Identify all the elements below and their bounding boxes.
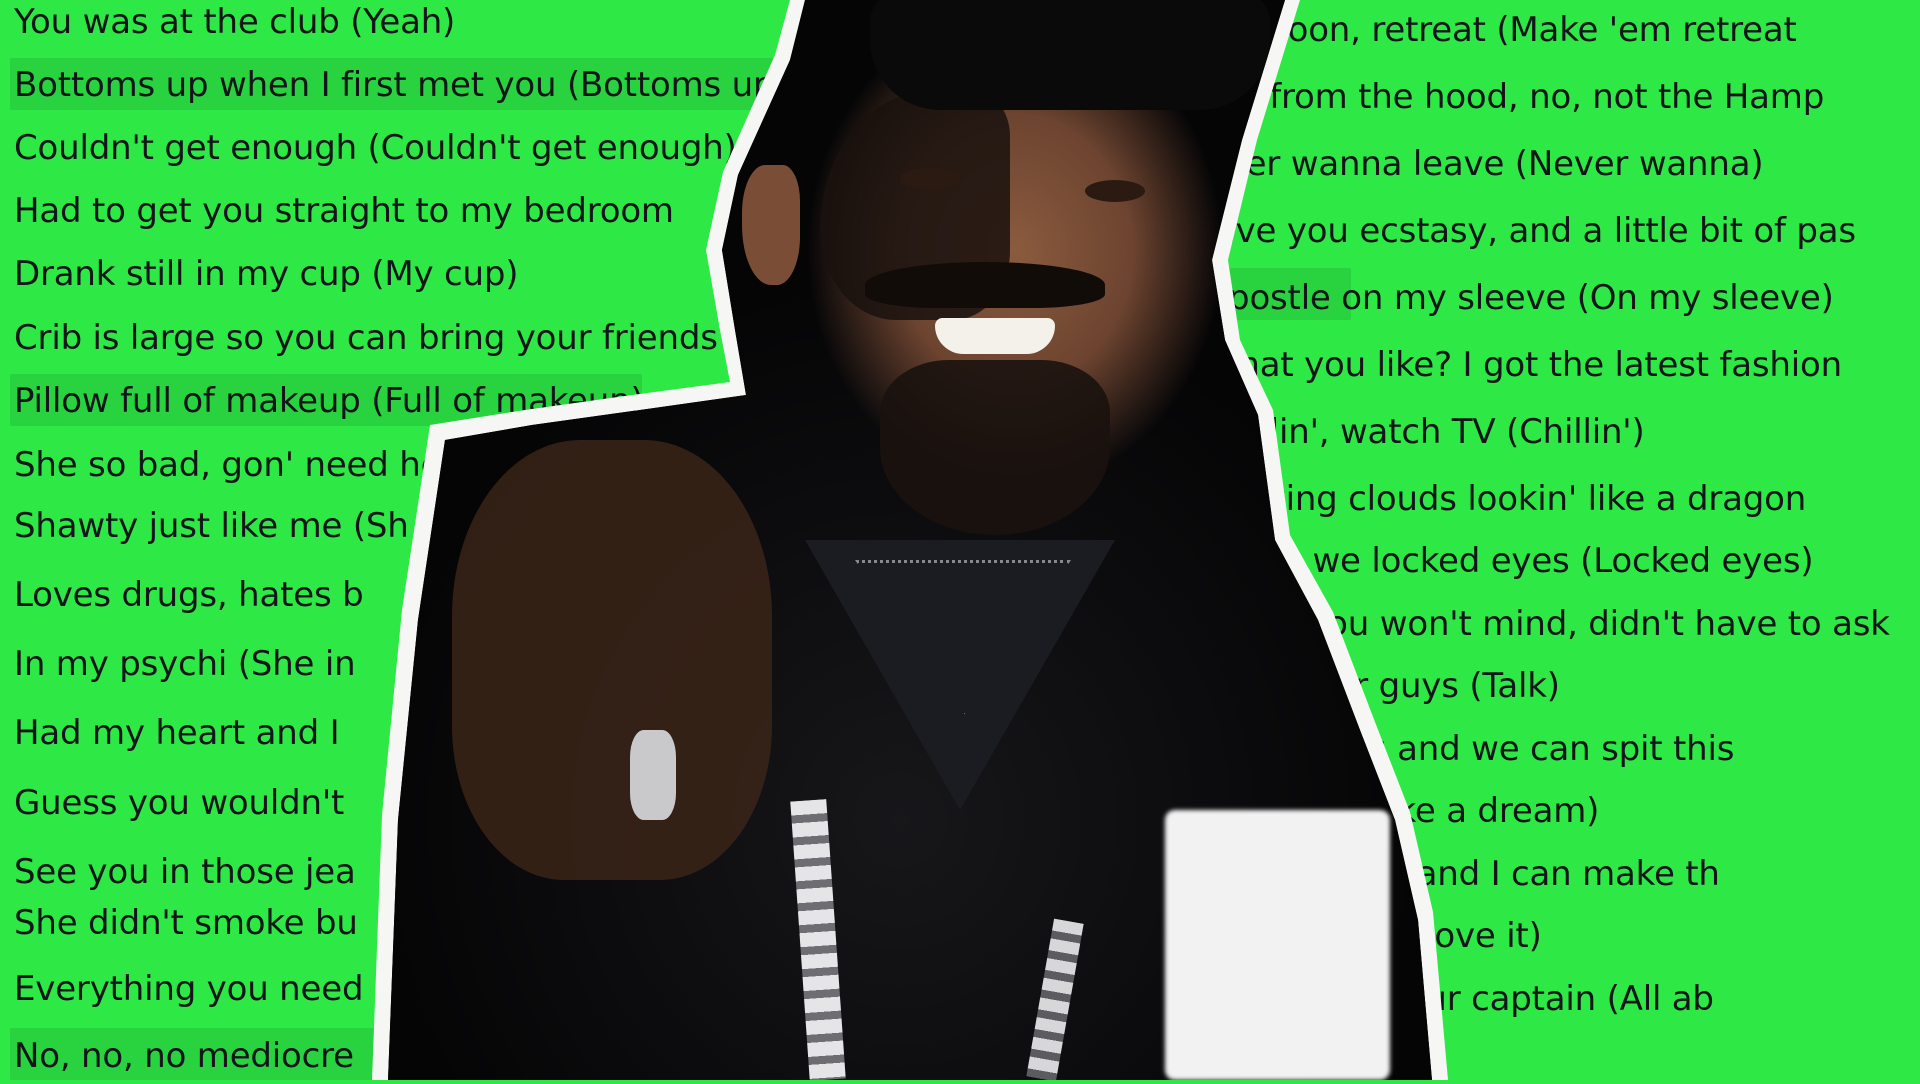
eye-left xyxy=(900,168,960,190)
chain-necklace xyxy=(790,799,846,1080)
beard xyxy=(880,360,1110,535)
hand-gesture xyxy=(452,440,772,880)
person-photo xyxy=(388,0,1432,1080)
mustache xyxy=(865,262,1105,308)
chain-necklace-secondary xyxy=(1026,918,1084,1080)
eye-right xyxy=(1085,180,1145,202)
phone-glare xyxy=(1165,810,1390,1080)
sunglasses xyxy=(870,0,1270,110)
person-cutout-image xyxy=(0,0,1920,1080)
smile xyxy=(935,318,1055,354)
ring xyxy=(630,730,676,820)
ear xyxy=(742,165,800,285)
